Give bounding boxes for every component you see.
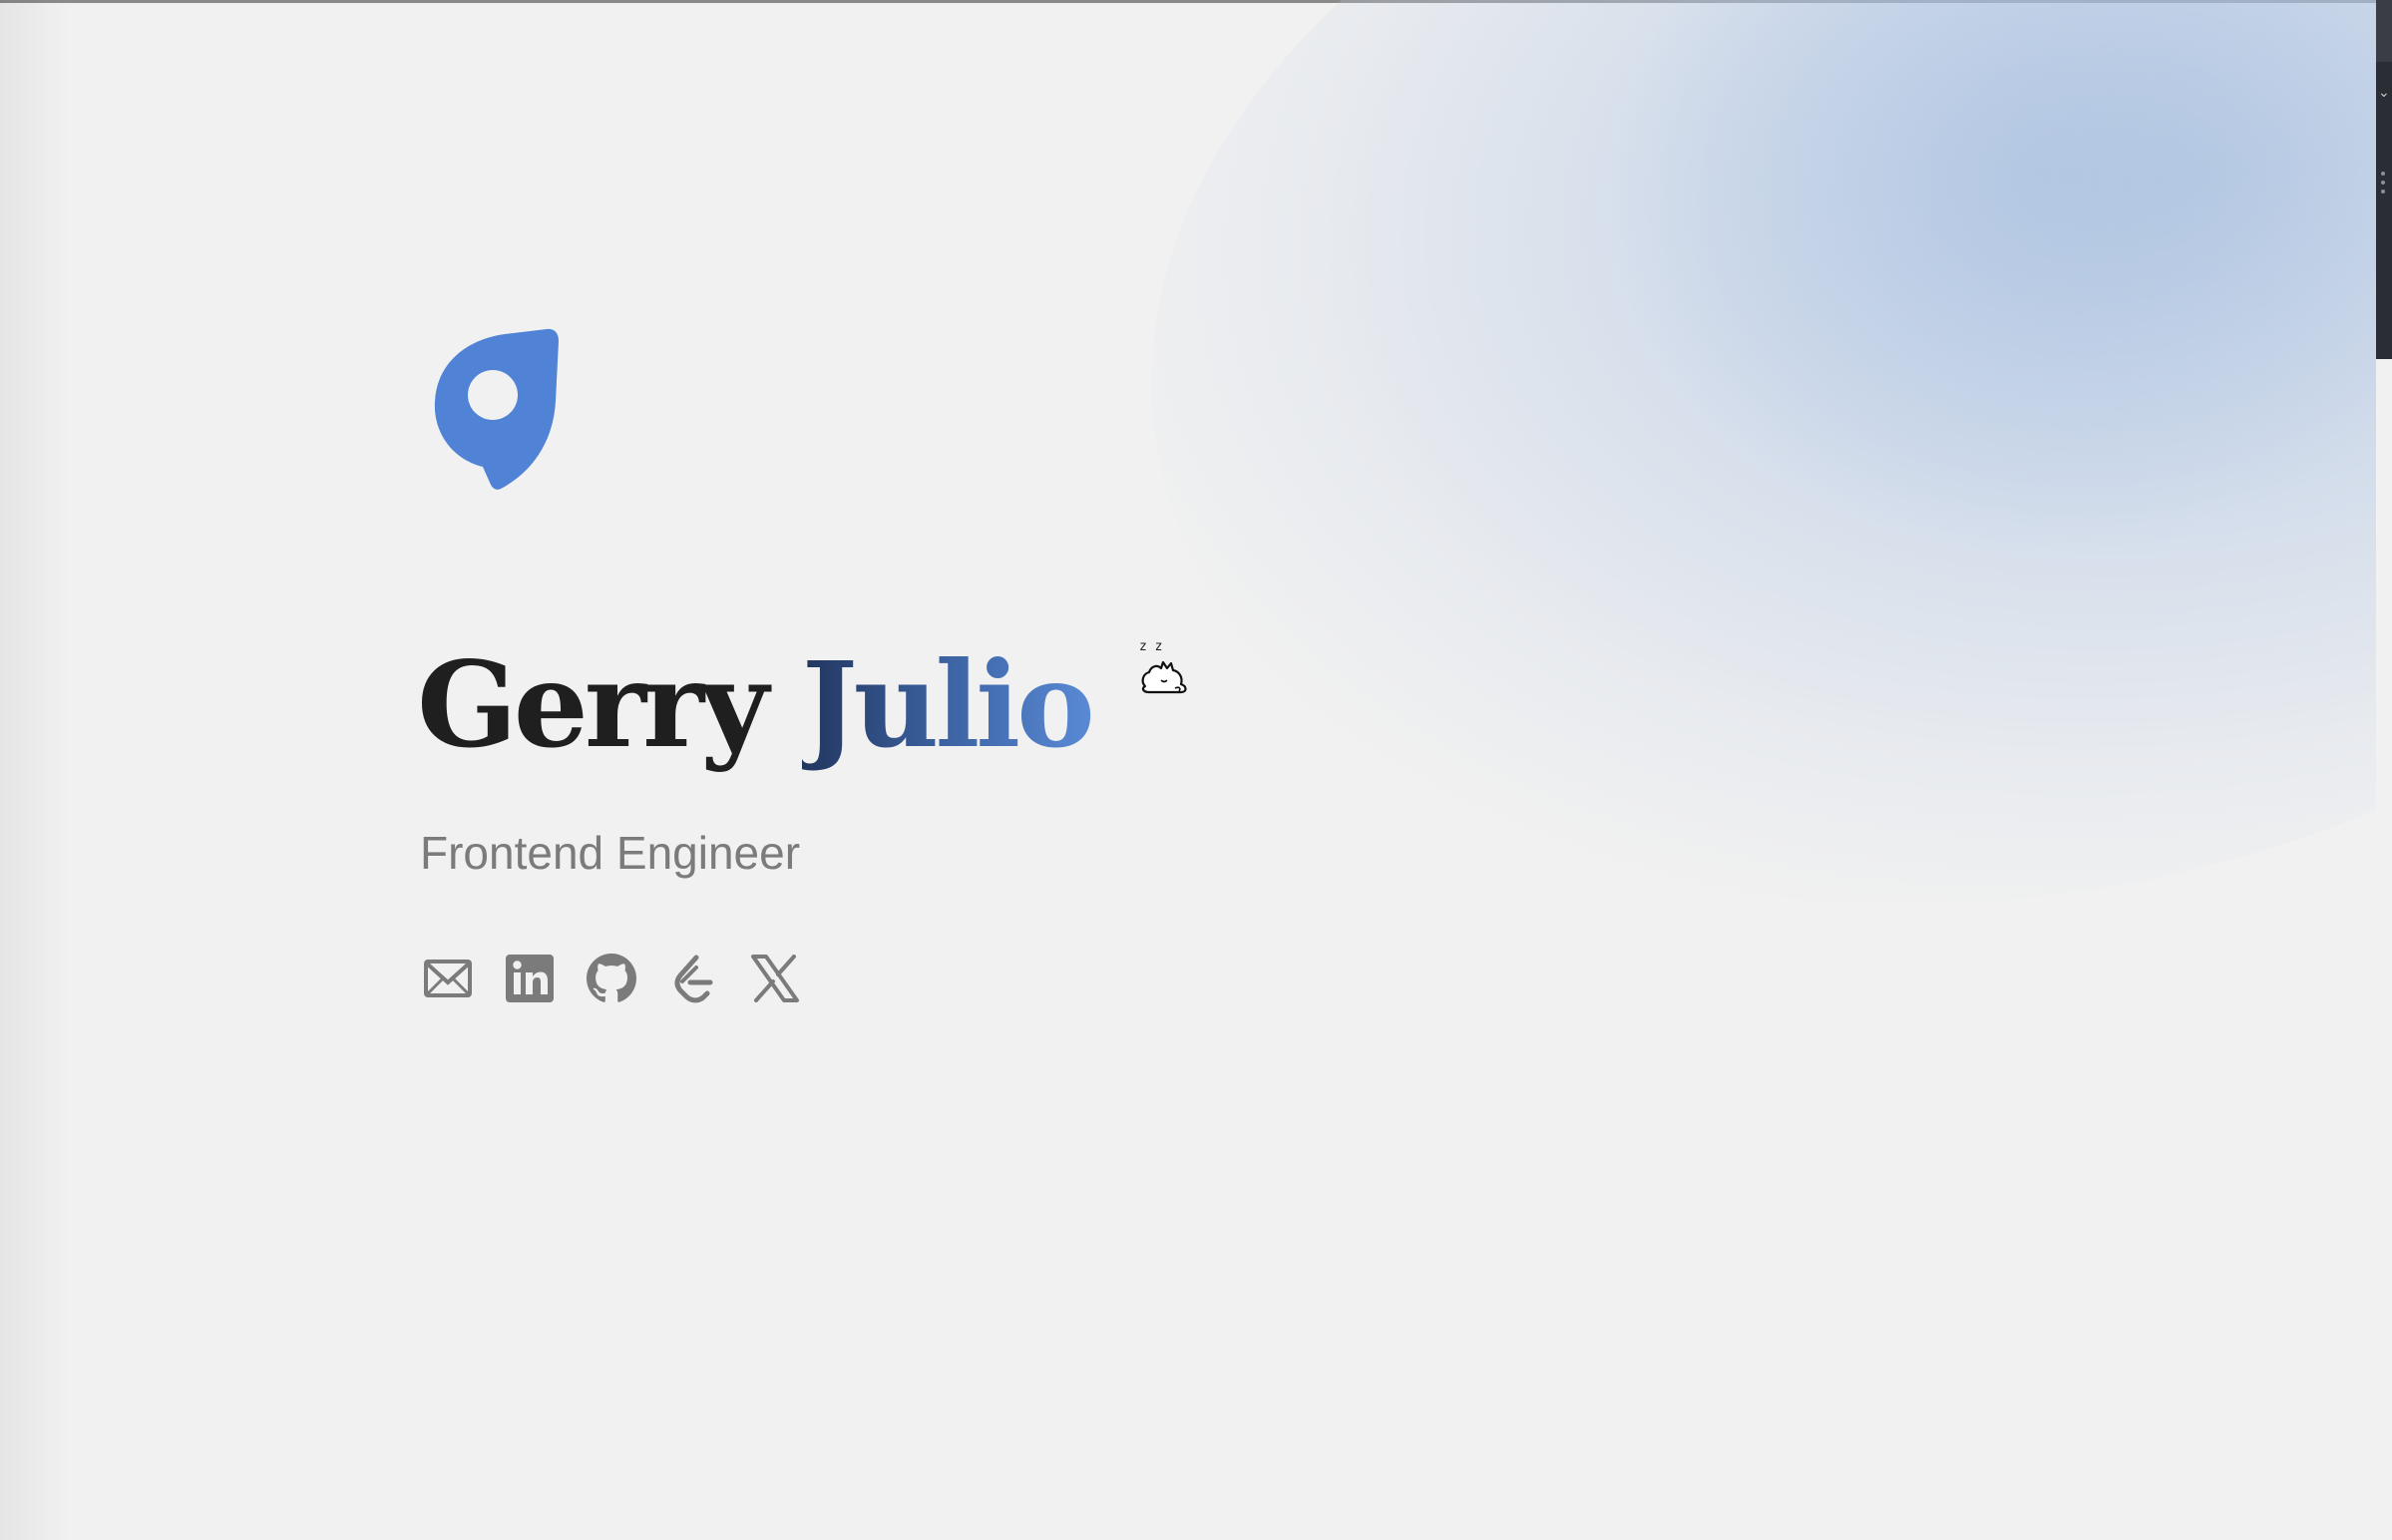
linkedin-link[interactable]	[504, 953, 556, 1004]
snore-text: z z	[1139, 639, 1162, 654]
email-link[interactable]	[422, 953, 474, 1004]
github-icon	[587, 954, 636, 1002]
social-links	[422, 953, 801, 1004]
chevron-down-icon[interactable]: ⌄	[2378, 86, 2390, 100]
linkedin-icon	[506, 955, 554, 1002]
x-icon	[751, 955, 799, 1002]
drag-handle-icon[interactable]	[2381, 172, 2385, 198]
page-title: Gerry Julio	[417, 646, 1095, 764]
adjacent-window-titlebar	[2376, 0, 2392, 62]
x-link[interactable]	[749, 953, 801, 1004]
portfolio-page: Gerry Julio Frontend Engineer z z	[0, 0, 2376, 1540]
leetcode-link[interactable]	[667, 953, 719, 1004]
first-name: Gerry	[417, 635, 769, 774]
role-subtitle: Frontend Engineer	[420, 827, 801, 879]
mail-icon	[424, 960, 472, 997]
adjacent-window-edge: ⌄	[2376, 0, 2392, 1540]
left-edge-shadow	[0, 0, 70, 1540]
location-pin-logo-icon[interactable]	[429, 321, 569, 491]
last-name: Julio	[801, 635, 1095, 774]
leetcode-icon	[674, 955, 713, 1003]
sleeping-cat-icon: z z	[1139, 639, 1187, 694]
github-link[interactable]	[586, 953, 637, 1004]
